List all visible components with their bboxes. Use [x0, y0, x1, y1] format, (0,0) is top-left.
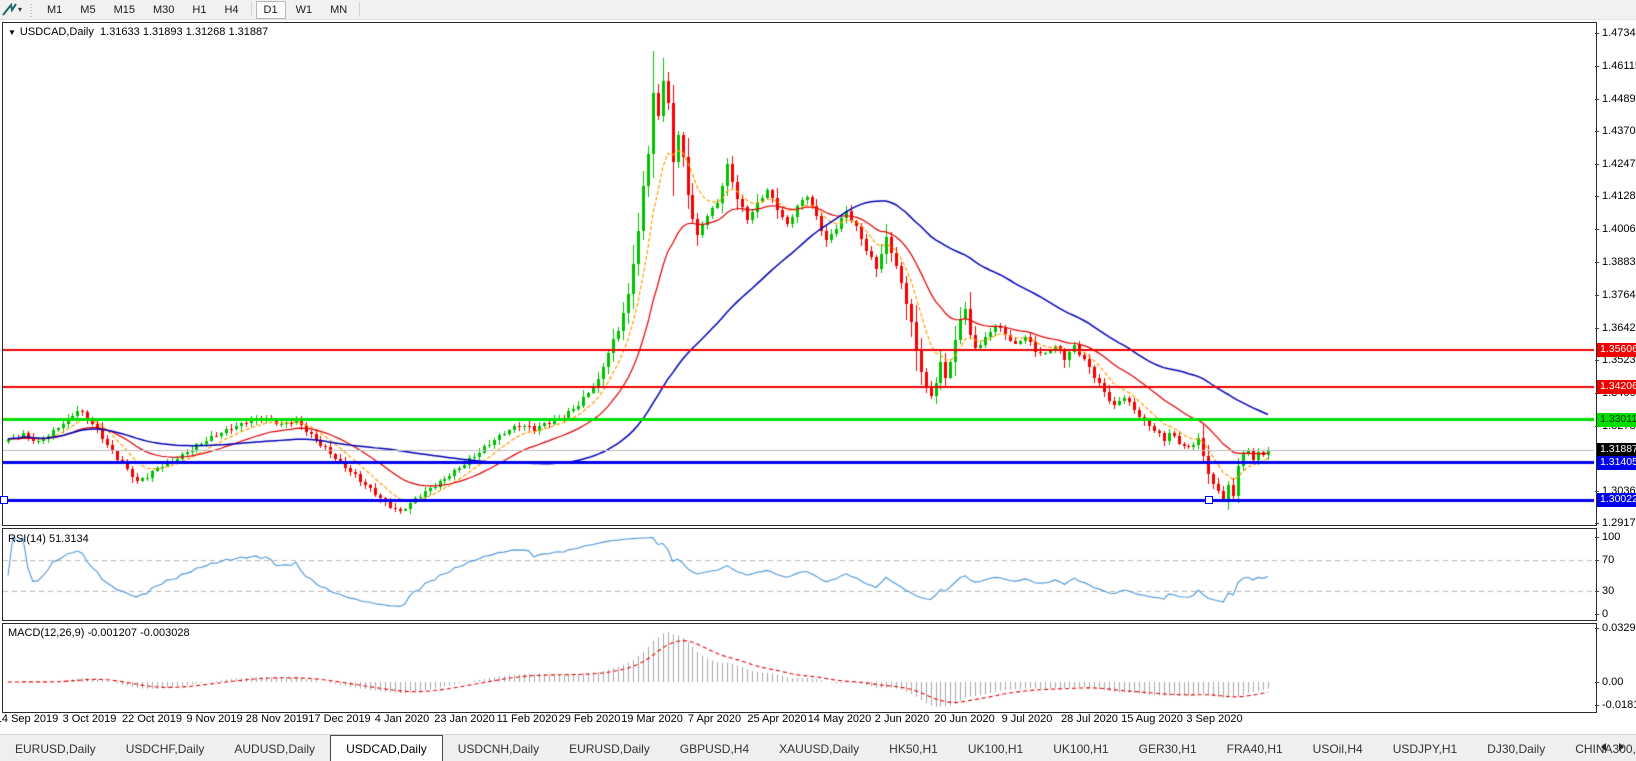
chart-tab-eurusd-daily[interactable]: EURUSD,Daily	[0, 735, 111, 761]
timeframe-button-h1[interactable]: H1	[184, 1, 214, 19]
chart-tab-eurusd-daily[interactable]: EURUSD,Daily	[554, 735, 665, 761]
rsi-axis-tick: 30	[1602, 585, 1614, 597]
timeframe-button-m1[interactable]: M1	[39, 1, 70, 19]
axis-tick-mark	[1595, 164, 1599, 165]
chart-title: ▼ USDCAD,Daily 1.31633 1.31893 1.31268 1.…	[8, 26, 268, 38]
axis-tick-mark	[1595, 295, 1599, 296]
price-axis-tick: 1.29175	[1602, 517, 1636, 529]
axis-tick-mark	[1595, 262, 1599, 263]
macd-axis-tick: -0.01815	[1602, 699, 1636, 711]
time-axis[interactable]: 14 Sep 20193 Oct 201922 Oct 20199 Nov 20…	[0, 712, 1595, 728]
axis-tick-mark	[1595, 360, 1599, 361]
axis-tick-mark	[1595, 537, 1599, 538]
axis-tick-mark	[1595, 628, 1599, 629]
date-axis-label: 3 Sep 2020	[1173, 713, 1257, 725]
rsi-axis-tick: 100	[1602, 531, 1620, 543]
timeframe-button-d1[interactable]: D1	[256, 1, 286, 19]
chart-cursor-tool-icon[interactable]	[2, 3, 17, 16]
timeframe-button-h4[interactable]: H4	[216, 1, 246, 19]
chart-tab-gbpusd-h4[interactable]: GBPUSD,H4	[665, 735, 764, 761]
axis-tick-mark	[1595, 591, 1599, 592]
axis-tick-mark	[1595, 523, 1599, 524]
toolbar-separator	[359, 2, 360, 17]
price-axis[interactable]: 1.47340 1.46115 1.44890 1.43700 1.42475 1.412…	[1595, 22, 1636, 712]
axis-tick-mark	[1595, 131, 1599, 132]
chart-tab-usdcad-daily[interactable]: USDCAD,Daily	[330, 735, 443, 761]
macd-label: MACD(12,26,9) -0.001207 -0.003028	[8, 627, 190, 639]
price-line-tag: 1.31405	[1597, 456, 1636, 470]
axis-tick-mark	[1595, 99, 1599, 100]
tool-dropdown-caret-icon[interactable]: ▾	[18, 5, 22, 14]
price-axis-tick: 1.44890	[1602, 93, 1636, 105]
price-axis-tick: 1.42475	[1602, 158, 1636, 170]
axis-tick-mark	[1595, 682, 1599, 683]
chart-tab-usdcnh-daily[interactable]: USDCNH,Daily	[443, 735, 554, 761]
price-axis-tick: 1.47340	[1602, 27, 1636, 39]
timeframe-button-w1[interactable]: W1	[288, 1, 321, 19]
rsi-axis-tick: 70	[1602, 554, 1614, 566]
chart-tab-xauusd-daily[interactable]: XAUUSD,Daily	[764, 735, 874, 761]
chart-tab-bar: EURUSD,DailyUSDCHF,DailyAUDUSD,DailyUSDC…	[0, 734, 1636, 761]
chart-tab-uk100-h1[interactable]: UK100,H1	[1038, 735, 1123, 761]
axis-tick-mark	[1595, 705, 1599, 706]
axis-tick-mark	[1595, 614, 1599, 615]
rsi-canvas[interactable]	[3, 529, 1594, 618]
price-line-tag: 1.30022	[1597, 493, 1636, 507]
timeframe-button-m15[interactable]: M15	[106, 1, 143, 19]
price-axis-tick: 1.40060	[1602, 223, 1636, 235]
axis-tick-mark	[1595, 328, 1599, 329]
axis-tick-mark	[1595, 66, 1599, 67]
chart-tab-hk50-h1[interactable]: HK50,H1	[874, 735, 953, 761]
rsi-label: RSI(14) 51.3134	[8, 533, 89, 545]
price-line-tag: 1.34206	[1597, 380, 1636, 394]
hline-drag-handle[interactable]	[1205, 496, 1213, 504]
toolbar: ▾ M1M5M15M30H1H4 D1W1MN	[0, 0, 1636, 20]
timeframe-bar: M1M5M15M30H1H4 D1W1MN	[38, 1, 363, 19]
toolbar-separator	[251, 2, 252, 17]
collapse-chart-icon[interactable]: ▼	[8, 28, 16, 37]
toolbar-grip[interactable]	[29, 3, 34, 17]
chart-symbol-label: USDCAD,Daily	[20, 26, 94, 38]
timeframe-button-mn[interactable]: MN	[322, 1, 355, 19]
chart-tab-dj30-daily[interactable]: DJ30,Daily	[1472, 735, 1560, 761]
main-chart-canvas[interactable]	[3, 23, 1594, 523]
chart-tab-usdchf-daily[interactable]: USDCHF,Daily	[111, 735, 220, 761]
macd-canvas[interactable]	[3, 624, 1594, 710]
axis-tick-mark	[1595, 196, 1599, 197]
timeframe-button-m30[interactable]: M30	[145, 1, 182, 19]
macd-axis-tick: 0.00	[1602, 676, 1623, 688]
chart-tab-ger30-h1[interactable]: GER30,H1	[1124, 735, 1212, 761]
price-axis-tick: 1.41285	[1602, 190, 1636, 202]
timeframe-button-m5[interactable]: M5	[72, 1, 103, 19]
price-axis-tick: 1.38835	[1602, 256, 1636, 268]
axis-tick-mark	[1595, 33, 1599, 34]
price-line-tag: 1.31887	[1597, 443, 1636, 457]
price-line-tag: 1.33011	[1597, 413, 1636, 427]
tabs-scroll-left-icon[interactable]	[1601, 743, 1606, 751]
chart-tab-uk100-h1[interactable]: UK100,H1	[953, 735, 1038, 761]
mt4-window: ▾ M1M5M15M30H1H4 D1W1MN ▼ USDCAD,Daily 1.3…	[0, 0, 1636, 761]
axis-tick-mark	[1595, 229, 1599, 230]
chart-tab-usoil-h4[interactable]: USOil,H4	[1298, 735, 1378, 761]
macd-axis-tick: 0.032972	[1602, 622, 1636, 634]
price-axis-tick: 1.37645	[1602, 289, 1636, 301]
price-line-tag: 1.35606	[1597, 343, 1636, 357]
tabs-scroll-right-icon[interactable]	[1619, 743, 1624, 751]
price-axis-tick: 1.46115	[1602, 60, 1636, 72]
chart-ohlc-values: 1.31633 1.31893 1.31268 1.31887	[100, 26, 268, 38]
hline-drag-handle[interactable]	[0, 496, 8, 504]
chart-tab-fra40-h1[interactable]: FRA40,H1	[1212, 735, 1298, 761]
chart-tab-audusd-daily[interactable]: AUDUSD,Daily	[219, 735, 330, 761]
axis-tick-mark	[1595, 560, 1599, 561]
price-axis-tick: 1.43700	[1602, 125, 1636, 137]
chart-tab-usdjpy-h1[interactable]: USDJPY,H1	[1378, 735, 1472, 761]
rsi-axis-tick: 0	[1602, 608, 1608, 620]
axis-tick-mark	[1595, 491, 1599, 492]
chart-tab-china300-h1[interactable]: CHINA300,H1	[1560, 735, 1636, 761]
price-axis-tick: 1.36420	[1602, 322, 1636, 334]
